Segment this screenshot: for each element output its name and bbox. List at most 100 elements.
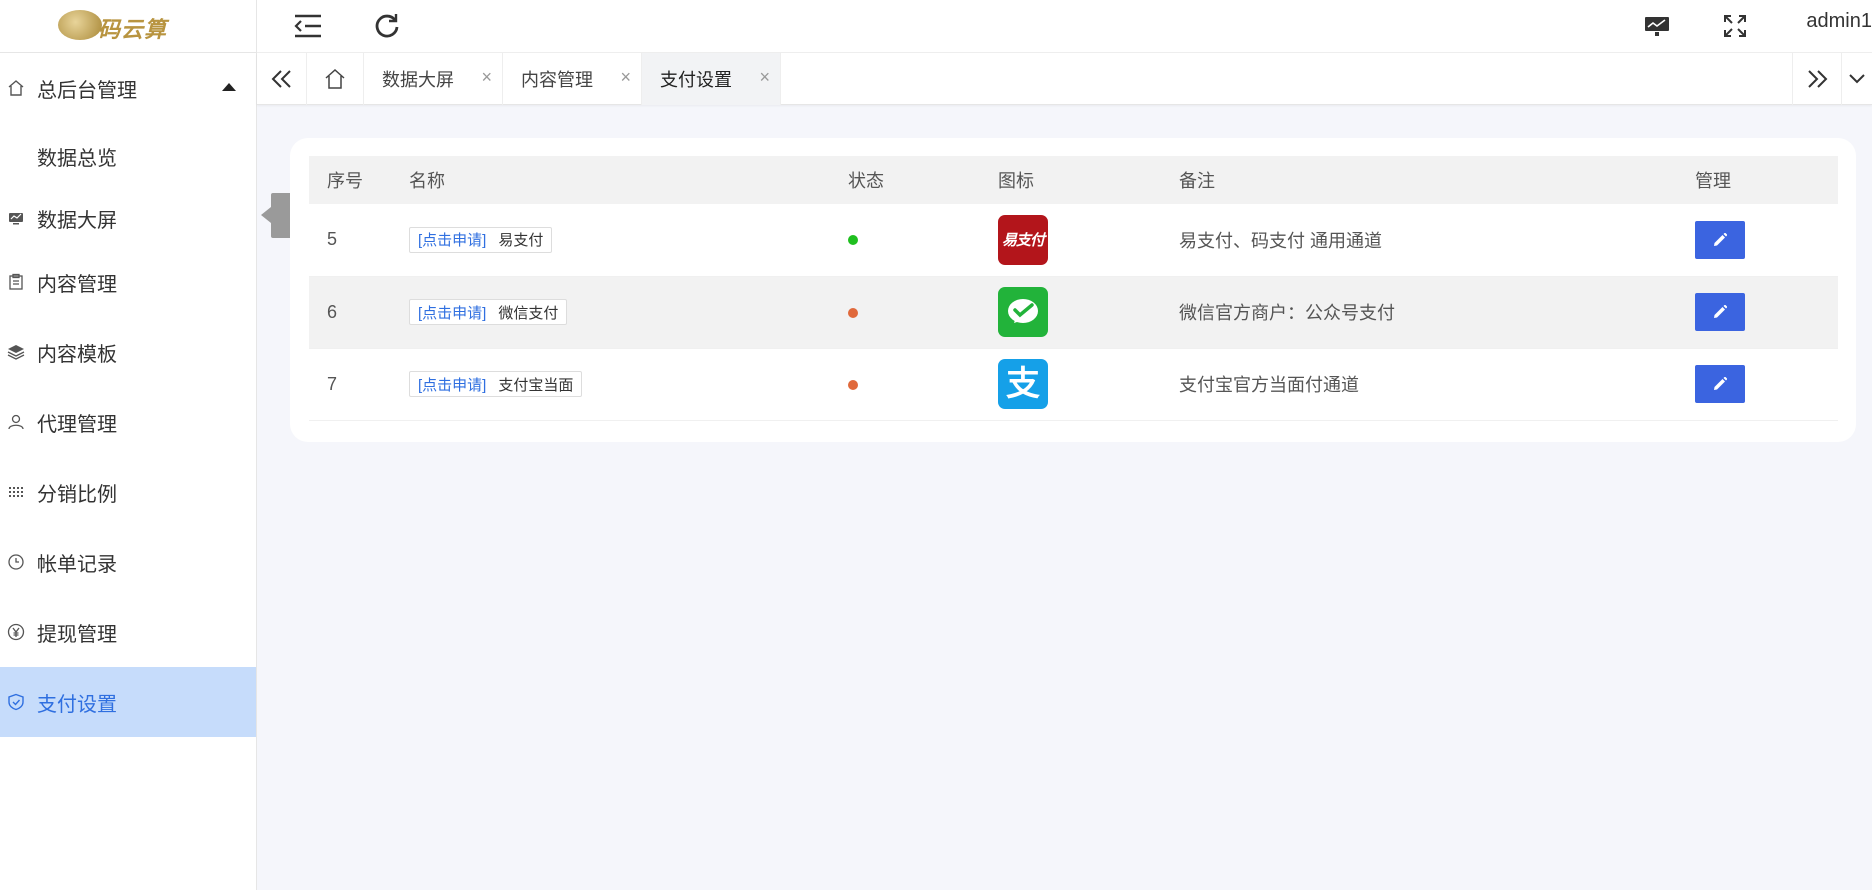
apply-link[interactable]: [点击申请] bbox=[418, 302, 486, 323]
logo-text: 码云算 bbox=[98, 17, 168, 43]
sidebar-item-content[interactable]: 内容管理 bbox=[0, 247, 256, 317]
sidebar-item-templates[interactable]: 内容模板 bbox=[0, 317, 256, 387]
column-header: 序号 bbox=[309, 156, 391, 204]
sidebar-item-dashboard[interactable]: 数据大屏 bbox=[0, 189, 256, 247]
tab-content[interactable]: 内容管理 × bbox=[503, 53, 642, 105]
user-icon bbox=[6, 412, 26, 432]
tabs-dropdown-button[interactable] bbox=[1842, 53, 1872, 105]
sidebar-item-payment-settings[interactable]: 支付设置 bbox=[0, 667, 256, 737]
edit-button[interactable] bbox=[1695, 365, 1745, 403]
sidebar-item-label: 提现管理 bbox=[37, 623, 117, 646]
edit-button[interactable] bbox=[1695, 293, 1745, 331]
sidebar-item-bills[interactable]: 帐单记录 bbox=[0, 527, 256, 597]
row-note: 微信官方商户：公众号支付 bbox=[1161, 276, 1677, 349]
table-header-row: 序号 名称 状态 图标 备注 管理 bbox=[309, 156, 1838, 204]
logo: 码云算 bbox=[0, 0, 256, 53]
double-chevron-left-icon bbox=[271, 70, 291, 88]
home-icon bbox=[325, 68, 345, 89]
close-icon[interactable]: × bbox=[620, 67, 631, 88]
status-dot-green bbox=[848, 235, 858, 246]
sidebar-item-withdraw[interactable]: 提现管理 bbox=[0, 597, 256, 667]
column-header: 名称 bbox=[391, 156, 830, 204]
payment-name: 微信支付 bbox=[498, 304, 559, 322]
row-icon bbox=[980, 276, 1161, 349]
sidebar: 码云算 总后台管理 数据总览 数据大屏 内容管理 内容模板 代理管理 分销比例 … bbox=[0, 0, 257, 890]
indent-icon bbox=[294, 14, 321, 38]
monitor-chart-icon bbox=[1645, 17, 1669, 36]
sidebar-item-label: 代理管理 bbox=[37, 413, 117, 436]
brand-logo: 码云算 bbox=[58, 4, 178, 48]
row-icon: 易支付 bbox=[980, 204, 1161, 277]
sidebar-item-label: 数据总览 bbox=[37, 147, 117, 170]
tab-label: 支付设置 bbox=[660, 70, 732, 90]
row-actions bbox=[1677, 204, 1838, 277]
column-header: 备注 bbox=[1161, 156, 1677, 204]
layers-icon bbox=[6, 342, 26, 362]
sidebar-item-label: 总后台管理 bbox=[37, 79, 137, 102]
name-tag: [点击申请] 微信支付 bbox=[409, 299, 568, 325]
wechat-pay-icon bbox=[998, 287, 1048, 337]
epay-icon: 易支付 bbox=[998, 214, 1048, 265]
row-note: 支付宝官方当面付通道 bbox=[1161, 348, 1677, 421]
alipay-icon: 支 bbox=[998, 359, 1048, 409]
row-name: [点击申请] 微信支付 bbox=[391, 276, 830, 349]
chevron-down-icon bbox=[1849, 74, 1865, 84]
edit-button[interactable] bbox=[1695, 220, 1745, 259]
name-tag: [点击申请] 支付宝当面 bbox=[409, 371, 583, 397]
apply-link[interactable]: [点击申请] bbox=[418, 229, 486, 250]
payment-name: 易支付 bbox=[498, 232, 544, 250]
pencil-icon bbox=[1714, 232, 1727, 246]
sidebar-item-admin[interactable]: 总后台管理 bbox=[0, 53, 256, 123]
sidebar-item-label: 分销比例 bbox=[37, 483, 117, 506]
sidebar-item-agents[interactable]: 代理管理 bbox=[0, 387, 256, 457]
clock-icon bbox=[6, 552, 26, 572]
pencil-icon bbox=[1714, 377, 1727, 390]
row-actions bbox=[1677, 348, 1838, 421]
row-actions bbox=[1677, 276, 1838, 349]
pencil-icon bbox=[1714, 305, 1727, 318]
row-status bbox=[830, 348, 980, 421]
fullscreen-button[interactable] bbox=[1715, 6, 1755, 46]
tab-home[interactable] bbox=[307, 53, 364, 105]
big-screen-button[interactable] bbox=[1637, 6, 1677, 46]
payment-settings-card: 序号 名称 状态 图标 备注 管理 5 [点击申请] 易支付 易支付 易支付、码… bbox=[290, 138, 1856, 442]
top-header: admin1 bbox=[257, 0, 1872, 53]
tab-dashboard[interactable]: 数据大屏 × bbox=[364, 53, 503, 105]
name-tag: [点击申请] 易支付 bbox=[409, 226, 553, 253]
home-icon bbox=[6, 78, 26, 98]
refresh-icon bbox=[375, 14, 399, 38]
refresh-button[interactable] bbox=[367, 6, 407, 46]
table-row: 6 [点击申请] 微信支付 微信官方商户：公众号支付 bbox=[309, 276, 1838, 349]
sidebar-item-distribution[interactable]: 分销比例 bbox=[0, 457, 256, 527]
row-note: 易支付、码支付 通用通道 bbox=[1161, 204, 1677, 277]
grid-dots-icon bbox=[6, 482, 26, 502]
column-header: 状态 bbox=[830, 156, 980, 204]
close-icon[interactable]: × bbox=[481, 67, 492, 88]
row-status bbox=[830, 276, 980, 349]
sidebar-item-label: 数据大屏 bbox=[37, 209, 117, 232]
row-id: 5 bbox=[309, 204, 391, 277]
clipboard-icon bbox=[6, 272, 26, 292]
sidebar-item-overview[interactable]: 数据总览 bbox=[0, 123, 256, 189]
collapse-menu-button[interactable] bbox=[288, 6, 328, 46]
status-dot-orange bbox=[848, 307, 858, 318]
tabs-scroll-left-button[interactable] bbox=[257, 53, 307, 105]
user-menu[interactable]: admin1 bbox=[1806, 10, 1872, 33]
caret-up-icon bbox=[222, 83, 236, 91]
apply-link[interactable]: [点击申请] bbox=[418, 374, 486, 395]
payment-table: 序号 名称 状态 图标 备注 管理 5 [点击申请] 易支付 易支付 易支付、码… bbox=[309, 156, 1838, 421]
tabs-scroll-right-button[interactable] bbox=[1792, 53, 1842, 105]
column-header: 图标 bbox=[980, 156, 1161, 204]
close-icon[interactable]: × bbox=[759, 67, 770, 88]
row-status bbox=[830, 204, 980, 277]
row-name: [点击申请] 支付宝当面 bbox=[391, 348, 830, 421]
row-name: [点击申请] 易支付 bbox=[391, 204, 830, 277]
tab-label: 内容管理 bbox=[521, 70, 593, 90]
sidebar-menu: 总后台管理 数据总览 数据大屏 内容管理 内容模板 代理管理 分销比例 帐单记录… bbox=[0, 53, 256, 737]
table-row: 7 [点击申请] 支付宝当面 支 支付宝官方当面付通道 bbox=[309, 348, 1838, 421]
double-chevron-right-icon bbox=[1808, 70, 1828, 88]
yen-icon bbox=[6, 622, 26, 642]
tab-payment-settings[interactable]: 支付设置 × bbox=[642, 53, 781, 105]
payment-name: 支付宝当面 bbox=[498, 376, 574, 394]
column-header: 管理 bbox=[1677, 156, 1838, 204]
